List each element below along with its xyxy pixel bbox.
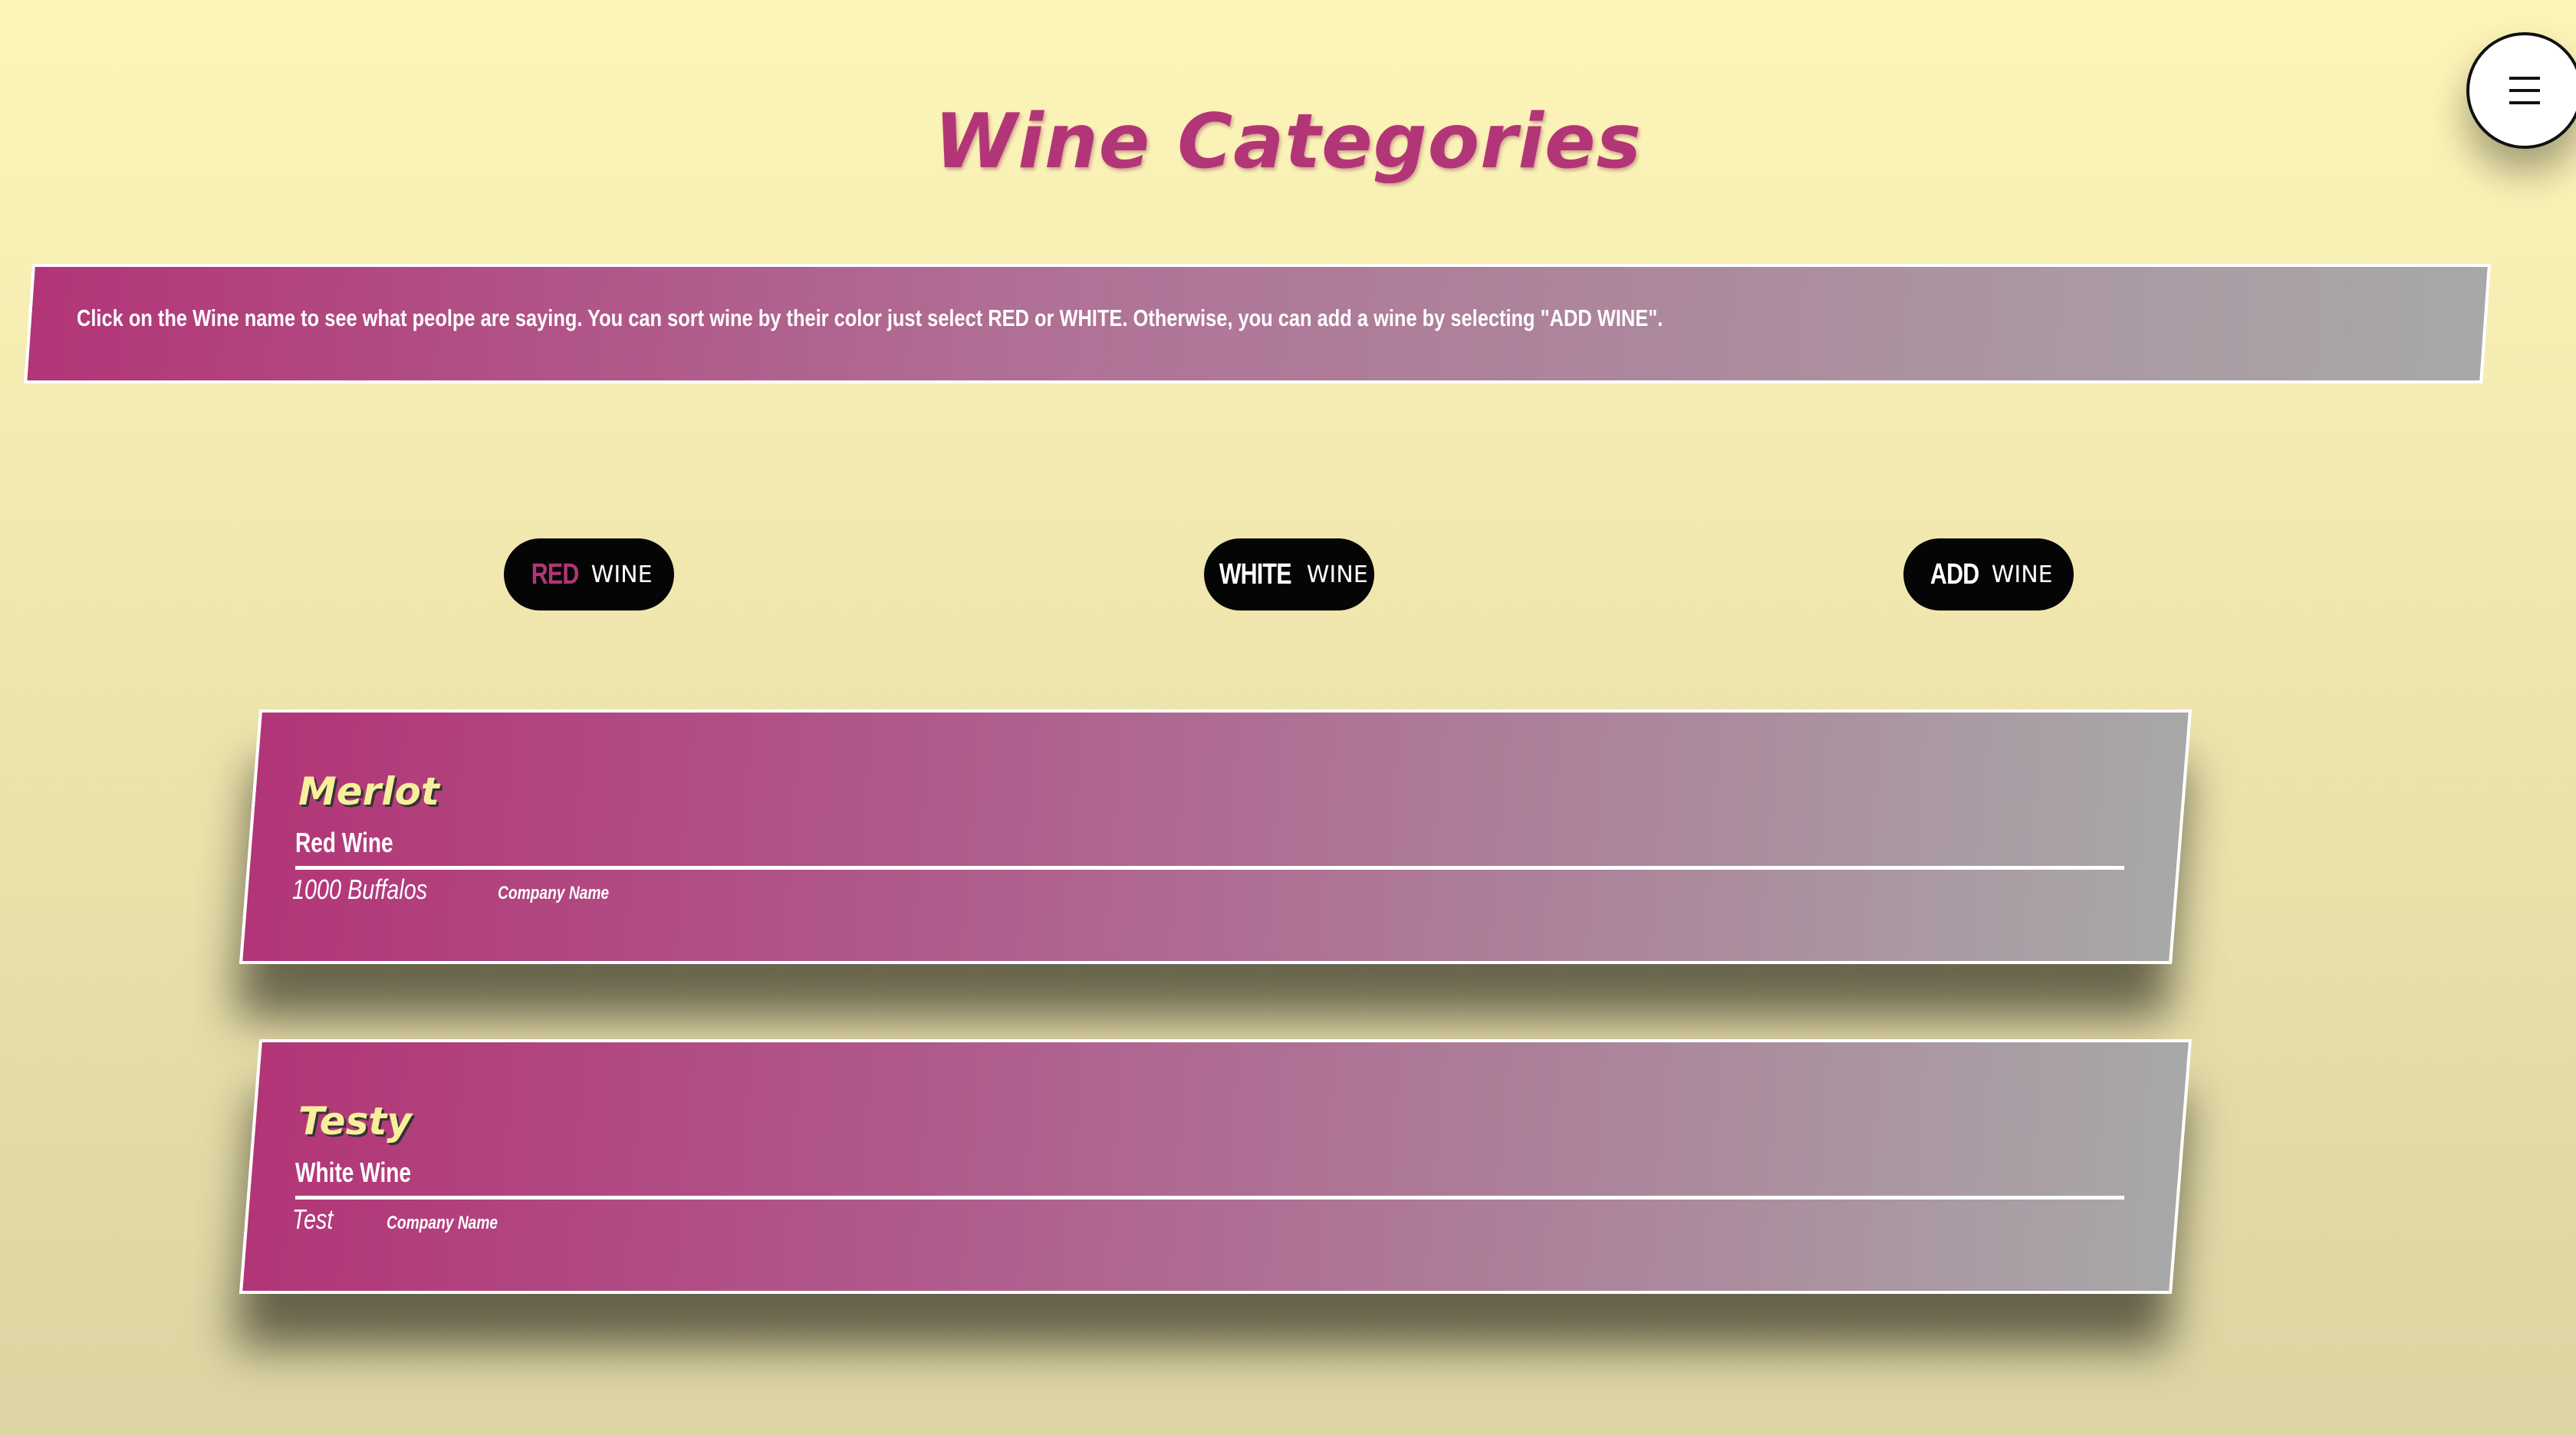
white-wine-button[interactable]: WHITE WINE (1204, 538, 1374, 611)
wine-type: Red Wine (295, 827, 393, 858)
white-wine-button-light: WINE (1306, 561, 1368, 588)
white-wine-button-strong: WHITE (1219, 558, 1292, 591)
wine-name-link[interactable]: Testy (298, 1099, 412, 1144)
wine-card-background (239, 1039, 2193, 1294)
add-wine-button-strong: ADD (1930, 558, 1979, 591)
company-value: 1000 Buffalos (292, 874, 428, 905)
menu-button[interactable] (2466, 32, 2576, 149)
company-label: Company Name (386, 1213, 498, 1233)
hamburger-icon (2509, 77, 2540, 104)
company-value: Test (292, 1203, 334, 1235)
add-wine-button-light: WINE (1991, 561, 2053, 588)
wine-card-testy[interactable]: Testy White Wine Test Company Name (239, 1039, 2193, 1294)
company-label: Company Name (498, 883, 610, 903)
card-divider (295, 1196, 2124, 1200)
red-wine-button-strong: RED (531, 558, 580, 591)
add-wine-button[interactable]: ADD WINE (1903, 538, 2074, 611)
wine-card-merlot[interactable]: Merlot Red Wine 1000 Buffalos Company Na… (239, 709, 2193, 964)
page-title: Wine Categories (934, 98, 1642, 186)
wine-type: White Wine (295, 1157, 412, 1188)
red-wine-button-light: WINE (591, 561, 653, 588)
wine-name-link[interactable]: Merlot (298, 769, 439, 814)
wine-card-background (239, 709, 2193, 964)
card-divider (295, 866, 2124, 870)
wine-company-row: Test Company Name (292, 1203, 525, 1236)
red-wine-button[interactable]: RED WINE (504, 538, 674, 611)
wine-company-row: 1000 Buffalos Company Name (292, 874, 637, 906)
info-text: Click on the Wine name to see what peolp… (77, 304, 1663, 331)
